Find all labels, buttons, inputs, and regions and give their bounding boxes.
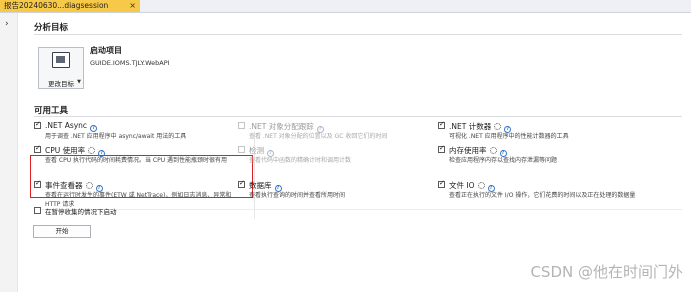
dropdown-arrow-icon: ▼ xyxy=(77,79,81,85)
available-tools-heading: 可用工具 xyxy=(34,106,69,116)
tool-description: 用于调查 .NET 应用程序中 async/await 用法的工具 xyxy=(45,133,187,140)
tool-description: 查看 .NET 对象分配的位置以及 GC 收回它们的时间 xyxy=(249,133,388,140)
section-divider xyxy=(34,116,682,117)
diagnostics-launch-page: 分析目标 更改目标 ▼ 启动项目 GUIDE.IOMS.TJLY.WebAPI … xyxy=(18,13,691,292)
chevron-right-icon[interactable]: › xyxy=(5,19,9,29)
document-tab[interactable]: 报告20240630...diagsession × xyxy=(0,0,140,12)
help-icon[interactable] xyxy=(90,125,98,132)
startup-project-value: GUIDE.IOMS.TJLY.WebAPI xyxy=(90,59,170,67)
start-paused-label: 在暂停收集的情况下启动 xyxy=(45,208,117,216)
cpu-usage-checkbox[interactable] xyxy=(34,144,41,153)
document-tab-title: 报告20240630...diagsession xyxy=(4,1,109,10)
start-paused-checkbox[interactable] xyxy=(34,207,41,214)
tool-name: 数据库 xyxy=(249,181,272,190)
instrumentation-checkbox[interactable] xyxy=(238,146,245,153)
tool-name: CPU 使用率 xyxy=(45,146,86,155)
watermark: CSDN @他在时间门外 xyxy=(530,263,683,281)
tool-description: 检查应用程序内存以查找内存泄漏等问题 xyxy=(449,157,558,164)
tool-name: 检测 xyxy=(249,146,264,155)
left-gutter: › xyxy=(0,13,18,292)
tool-description: 可视化 .NET 应用程序中的性能计数器的工具 xyxy=(449,133,569,140)
startup-project-label: 启动项目 xyxy=(90,46,122,55)
section-divider xyxy=(34,209,682,210)
section-divider xyxy=(34,34,682,35)
document-tab-strip: 报告20240630...diagsession × xyxy=(0,0,691,13)
gear-icon[interactable] xyxy=(477,182,485,189)
tool-description: 查看代码中函数的精确计时和调用计数 xyxy=(249,157,352,164)
tool-name: 文件 IO xyxy=(449,181,475,190)
analysis-target-heading: 分析目标 xyxy=(34,23,69,33)
tool-name: 事件查看器 xyxy=(45,181,83,190)
tool-name: .NET 对象分配跟踪 xyxy=(249,122,314,131)
tool-description: 查看执行查询的时间并查看所用时间 xyxy=(249,192,346,199)
tool-description: 查看正在执行的文件 I/O 操作，它们花费的时间以及正在处理的数据量 xyxy=(449,192,636,199)
tool-name: 内存使用率 xyxy=(449,146,487,155)
close-icon[interactable]: × xyxy=(129,0,136,12)
target-window-icon xyxy=(52,52,70,68)
memory-usage-checkbox[interactable] xyxy=(438,144,445,153)
gear-icon[interactable] xyxy=(85,182,93,189)
tool-name: .NET 计数器 xyxy=(449,122,492,131)
gear-icon[interactable] xyxy=(489,147,497,154)
database-checkbox[interactable] xyxy=(238,179,245,188)
start-button[interactable]: 开始 xyxy=(33,225,91,238)
change-target-button[interactable]: 更改目标 ▼ xyxy=(38,47,84,89)
file-io-checkbox[interactable] xyxy=(438,179,445,188)
net-counters-checkbox[interactable] xyxy=(438,120,445,129)
event-viewer-checkbox[interactable] xyxy=(34,179,41,188)
gear-icon[interactable] xyxy=(88,147,96,154)
gear-icon[interactable] xyxy=(494,123,502,130)
tool-description: 查看 CPU 执行代码的时间耗费情况。当 CPU 遇到性能瓶颈时很有用 xyxy=(45,157,228,164)
tool-name: .NET Async xyxy=(45,121,88,130)
net-allocation-checkbox[interactable] xyxy=(238,122,245,129)
net-async-checkbox[interactable] xyxy=(34,120,41,129)
